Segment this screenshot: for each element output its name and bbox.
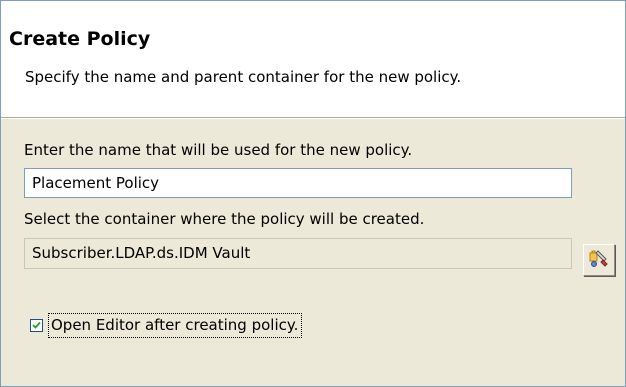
browse-container-button[interactable] bbox=[583, 244, 615, 276]
policy-name-input[interactable] bbox=[24, 168, 572, 198]
dialog-header: Create Policy Specify the name and paren… bbox=[1, 1, 625, 117]
container-label: Select the container where the policy wi… bbox=[24, 210, 425, 228]
create-policy-dialog: Create Policy Specify the name and paren… bbox=[0, 0, 626, 387]
browse-container-icon bbox=[588, 247, 610, 273]
page-title: Create Policy bbox=[9, 28, 151, 50]
open-editor-checkbox[interactable] bbox=[30, 318, 43, 332]
policy-name-label: Enter the name that will be used for the… bbox=[24, 141, 413, 159]
open-editor-option[interactable]: Open Editor after creating policy. bbox=[30, 311, 303, 339]
container-field: Subscriber.LDAP.ds.IDM Vault bbox=[24, 238, 572, 269]
page-description: Specify the name and parent container fo… bbox=[25, 68, 462, 86]
checkmark-icon bbox=[32, 321, 41, 329]
header-separator bbox=[1, 117, 625, 119]
open-editor-label[interactable]: Open Editor after creating policy. bbox=[48, 312, 303, 338]
